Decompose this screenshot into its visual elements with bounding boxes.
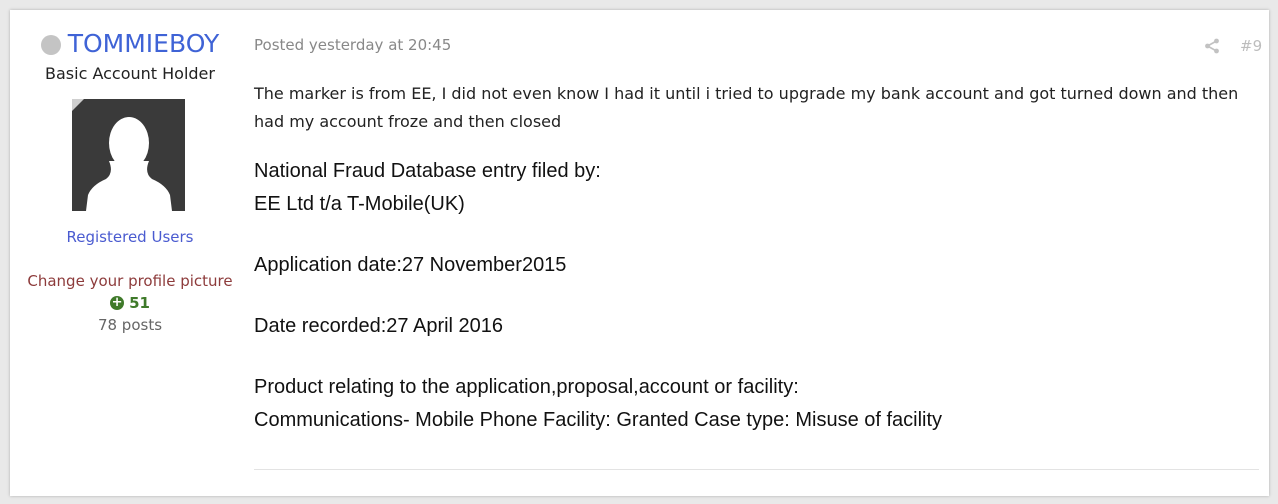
post-timestamp[interactable]: Posted yesterday at 20:45 bbox=[254, 36, 451, 54]
post-line-company: EE Ltd t/a T-Mobile(UK) bbox=[254, 193, 465, 215]
change-profile-picture-link[interactable]: Change your profile picture bbox=[10, 272, 250, 290]
default-avatar-silhouette-icon bbox=[72, 99, 185, 211]
post-divider bbox=[254, 469, 1259, 470]
post-content: The marker is from EE, I did not even kn… bbox=[254, 80, 1259, 437]
post-intro-text: The marker is from EE, I did not even kn… bbox=[254, 84, 1239, 131]
author-title: Basic Account Holder bbox=[45, 64, 215, 83]
post-line-case-type: Communications- Mobile Phone Facility: G… bbox=[254, 409, 943, 431]
avatar[interactable] bbox=[72, 99, 185, 211]
post-line-filed-by: National Fraud Database entry filed by: bbox=[254, 160, 601, 182]
post-count: 78 posts bbox=[97, 316, 163, 334]
post-line-application-date: Application date:27 November2015 bbox=[254, 254, 567, 276]
post-line-date-recorded: Date recorded:27 April 2016 bbox=[254, 315, 504, 337]
reputation-count: 51 bbox=[129, 294, 150, 312]
author-name-row: TOMMIEBOY bbox=[10, 30, 250, 58]
forum-post: TOMMIEBOY Basic Account Holder Registere… bbox=[10, 10, 1269, 496]
offline-status-icon bbox=[40, 35, 61, 55]
post-number-link[interactable]: #9 bbox=[1240, 37, 1262, 55]
plus-circle-icon: + bbox=[110, 295, 125, 310]
avatar-corner-decoration bbox=[72, 99, 84, 111]
share-icon[interactable] bbox=[1204, 38, 1220, 54]
post-line-product: Product relating to the application,prop… bbox=[254, 376, 799, 398]
reputation-badge: + 51 bbox=[10, 294, 250, 312]
member-group-link[interactable]: Registered Users bbox=[10, 228, 250, 246]
author-name-link[interactable]: TOMMIEBOY bbox=[68, 30, 220, 58]
